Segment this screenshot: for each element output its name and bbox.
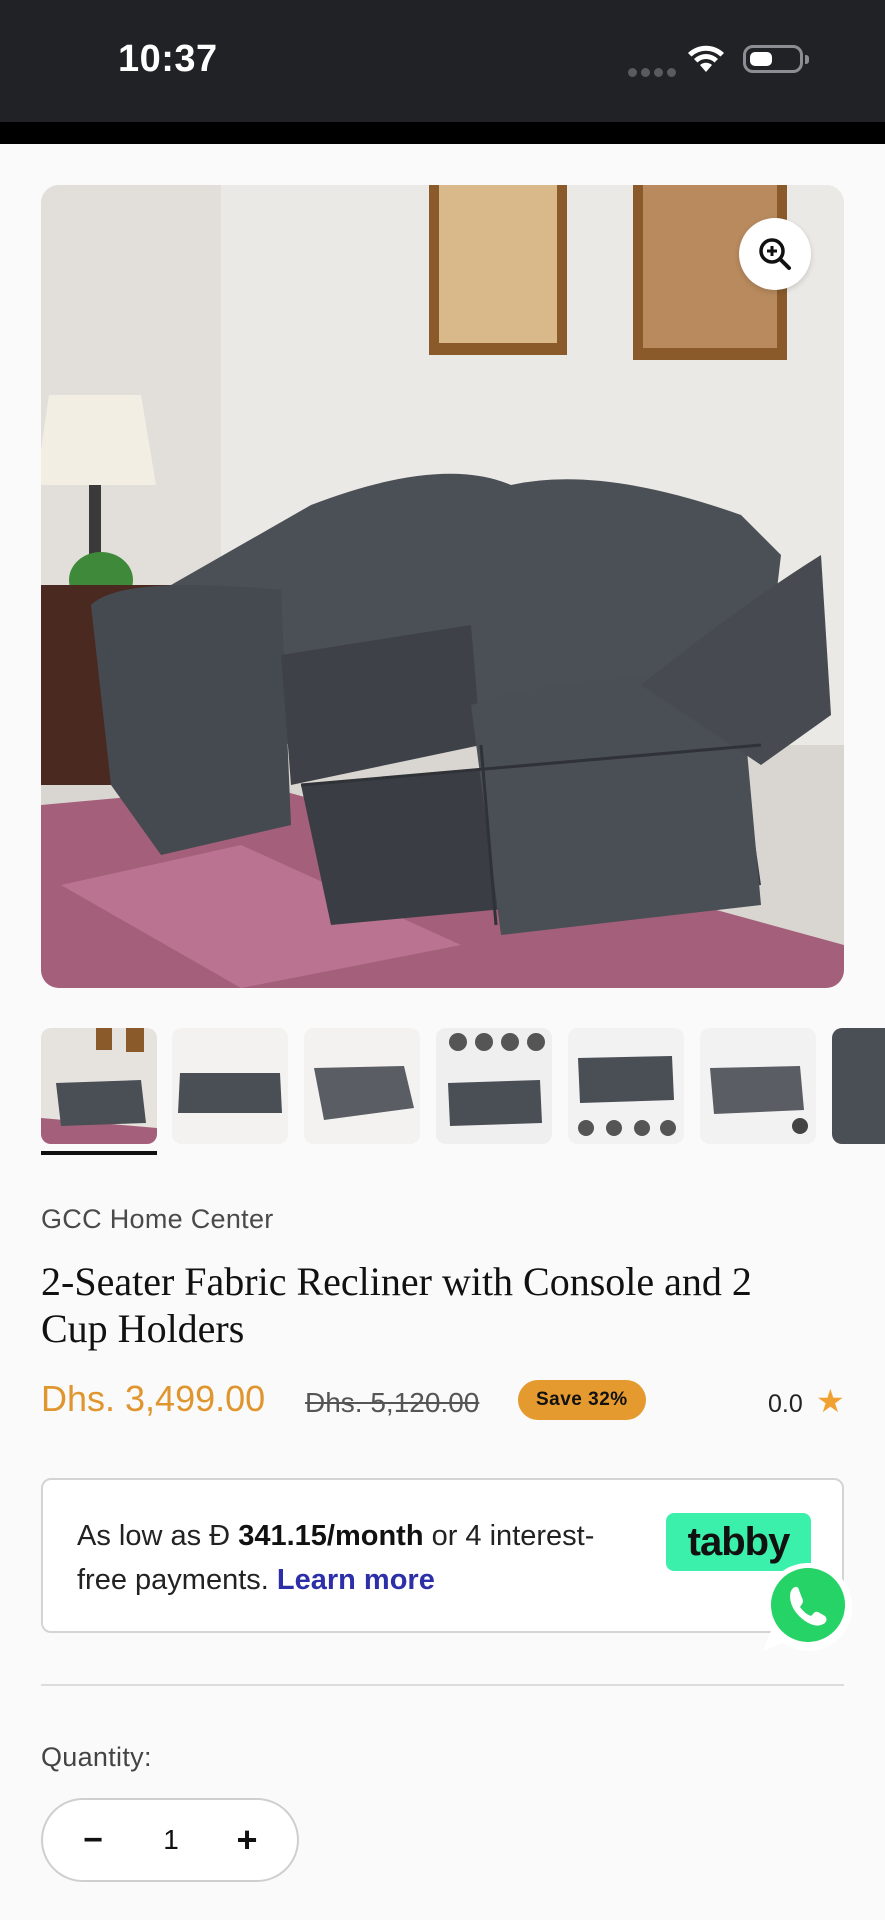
original-price: Dhs. 5,120.00 — [305, 1387, 480, 1418]
brand-name[interactable]: GCC Home Center — [41, 1204, 274, 1235]
decrease-quantity-button[interactable]: − — [75, 1821, 111, 1859]
wifi-icon — [688, 45, 724, 72]
quantity-label: Quantity: — [41, 1742, 152, 1772]
status-bar: 10:37 — [0, 0, 885, 122]
thumbnail-strip — [41, 1028, 885, 1148]
cellular-signal-icon — [628, 64, 680, 82]
status-time: 10:37 — [118, 38, 218, 80]
header-strip — [0, 122, 885, 144]
learn-more-link[interactable]: Learn more — [277, 1564, 435, 1596]
star-icon[interactable]: ★ — [816, 1385, 845, 1417]
battery-icon — [743, 45, 809, 73]
sale-price: Dhs. 3,499.00 — [41, 1378, 266, 1419]
thumbnail-1[interactable] — [41, 1028, 157, 1144]
thumbnail-3[interactable] — [304, 1028, 420, 1144]
save-badge: Save 32% — [518, 1380, 646, 1420]
installments-text: As low as Đ 341.15/month or 4 interest-f… — [77, 1514, 637, 1602]
zoom-in-icon — [759, 238, 791, 270]
increase-quantity-button[interactable]: + — [229, 1819, 265, 1860]
installments-box: As low as Đ 341.15/month or 4 interest-f… — [41, 1478, 844, 1633]
rating-value[interactable]: 0.0 — [768, 1390, 803, 1419]
quantity-stepper: − 1 + — [41, 1798, 299, 1882]
thumbnail-4[interactable] — [436, 1028, 552, 1144]
dirham-symbol: Đ — [209, 1520, 231, 1552]
product-title: 2-Seater Fabric Recliner with Console an… — [41, 1259, 752, 1351]
selected-thumbnail-indicator — [41, 1151, 157, 1155]
installments-prefix: As low as — [77, 1520, 210, 1552]
thumbnail-6[interactable] — [700, 1028, 816, 1144]
thumbnail-2[interactable] — [172, 1028, 288, 1144]
section-divider — [41, 1684, 844, 1686]
product-main-image[interactable] — [41, 185, 844, 988]
zoom-button[interactable] — [739, 218, 811, 290]
thumbnail-5[interactable] — [568, 1028, 684, 1144]
quantity-value[interactable]: 1 — [153, 1824, 189, 1856]
thumbnail-7[interactable] — [832, 1028, 885, 1144]
whatsapp-chat-button[interactable] — [759, 1559, 855, 1655]
installment-amount: 341.15/month — [238, 1520, 424, 1552]
sofa-photo — [41, 185, 844, 988]
